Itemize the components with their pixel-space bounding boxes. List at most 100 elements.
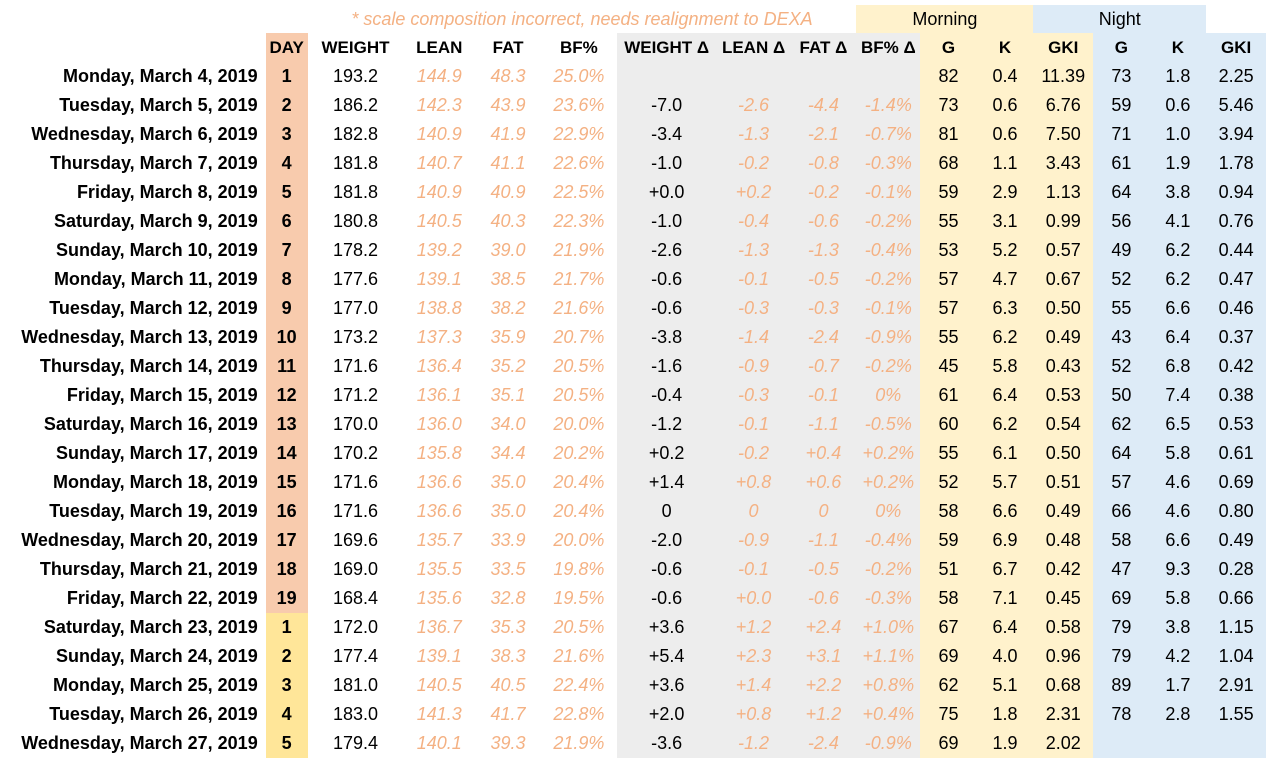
weight-delta-cell: -0.6	[616, 555, 717, 584]
fat-delta-cell: -4.4	[790, 91, 857, 120]
morning-gki-cell: 0.50	[1033, 439, 1094, 468]
bf-delta-cell: -0.2%	[856, 352, 921, 381]
group-header-row: * scale composition incorrect, needs rea…	[0, 5, 1266, 33]
night-k-cell: 4.1	[1149, 207, 1207, 236]
weight-cell: 170.2	[332, 443, 378, 463]
date-cell: Thursday, March 7, 2019	[49, 153, 258, 173]
night-g-cell: 79	[1093, 642, 1150, 671]
fat-cell: 35.0	[490, 472, 526, 492]
header-night-g: G	[1093, 33, 1150, 62]
lean-cell: 136.7	[416, 617, 462, 637]
night-g-cell: 61	[1093, 149, 1150, 178]
fat-delta-cell: -1.1	[790, 410, 857, 439]
lean-delta-cell: -1.3	[716, 120, 791, 149]
table-row: Friday, March 22, 2019 19 168.4 135.6 32.8 19…	[0, 584, 1266, 613]
weight-delta-cell: +3.6	[616, 671, 717, 700]
night-k-cell: 1.8	[1149, 62, 1207, 91]
lean-delta-cell: +1.4	[716, 671, 791, 700]
bf-delta-cell: -0.2%	[856, 207, 921, 236]
weight-delta-cell: 0	[616, 497, 717, 526]
date-cell: Wednesday, March 13, 2019	[21, 327, 258, 347]
weight-cell: 180.8	[332, 211, 378, 231]
fat-delta-cell: -1.3	[790, 236, 857, 265]
bf-cell: 20.4%	[553, 472, 605, 492]
fat-delta-cell: +0.6	[790, 468, 857, 497]
morning-gki-cell: 0.45	[1033, 584, 1094, 613]
fat-cell: 38.5	[490, 269, 526, 289]
day-cell: 11	[265, 352, 308, 381]
night-g-cell	[1093, 729, 1150, 758]
night-gki-cell: 0.37	[1206, 323, 1266, 352]
night-k-cell: 7.4	[1149, 381, 1207, 410]
table-row: Thursday, March 14, 2019 11 171.6 136.4 35.2…	[0, 352, 1266, 381]
fat-cell: 41.1	[490, 153, 526, 173]
night-k-cell: 6.5	[1149, 410, 1207, 439]
lean-delta-cell: -0.2	[716, 439, 791, 468]
weight-cell: 170.0	[332, 414, 378, 434]
header-bf-delta: BF% Δ	[856, 33, 921, 62]
lean-cell: 139.2	[416, 240, 462, 260]
morning-k-cell: 1.1	[976, 149, 1034, 178]
table-row: Monday, March 18, 2019 15 171.6 136.6 35.0 20…	[0, 468, 1266, 497]
bf-delta-cell: +1.1%	[856, 642, 921, 671]
table-row: Wednesday, March 6, 2019 3 182.8 140.9 41.9 2…	[0, 120, 1266, 149]
night-k-cell: 5.8	[1149, 439, 1207, 468]
night-gki-cell: 0.42	[1206, 352, 1266, 381]
morning-g-cell: 67	[920, 613, 977, 642]
bf-cell: 21.6%	[553, 646, 605, 666]
fat-delta-cell: -0.2	[790, 178, 857, 207]
weight-cell: 173.2	[332, 327, 378, 347]
weight-delta-cell: -2.0	[616, 526, 717, 555]
table-row: Tuesday, March 19, 2019 16 171.6 136.6 35.0 2…	[0, 497, 1266, 526]
day-cell: 14	[265, 439, 308, 468]
night-g-cell: 71	[1093, 120, 1150, 149]
table-row: Thursday, March 7, 2019 4 181.8 140.7 41.1 22…	[0, 149, 1266, 178]
lean-delta-cell: -0.4	[716, 207, 791, 236]
morning-g-cell: 60	[920, 410, 977, 439]
night-gki-cell: 1.78	[1206, 149, 1266, 178]
bf-cell: 21.9%	[553, 733, 605, 753]
weight-delta-cell: -3.8	[616, 323, 717, 352]
date-cell: Tuesday, March 26, 2019	[49, 704, 258, 724]
night-k-cell: 9.3	[1149, 555, 1207, 584]
morning-gki-cell: 1.13	[1033, 178, 1094, 207]
bf-delta-cell: +0.2%	[856, 468, 921, 497]
bf-cell: 22.4%	[553, 675, 605, 695]
weight-cell: 186.2	[332, 95, 378, 115]
fat-delta-cell: 0	[790, 497, 857, 526]
morning-gki-cell: 6.76	[1033, 91, 1094, 120]
weight-delta-cell	[616, 62, 717, 91]
night-gki-cell: 0.47	[1206, 265, 1266, 294]
bf-cell: 20.5%	[553, 356, 605, 376]
night-g-cell: 58	[1093, 526, 1150, 555]
lean-cell: 135.6	[416, 588, 462, 608]
night-gki-cell: 1.15	[1206, 613, 1266, 642]
morning-k-cell: 1.8	[976, 700, 1034, 729]
night-k-cell: 6.2	[1149, 236, 1207, 265]
night-gki-cell: 0.80	[1206, 497, 1266, 526]
morning-k-cell: 6.4	[976, 381, 1034, 410]
day-cell: 2	[265, 91, 308, 120]
night-g-cell: 43	[1093, 323, 1150, 352]
morning-k-cell: 6.1	[976, 439, 1034, 468]
night-k-cell: 6.6	[1149, 526, 1207, 555]
lean-cell: 137.3	[416, 327, 462, 347]
morning-gki-cell: 0.43	[1033, 352, 1094, 381]
bf-delta-cell: -0.3%	[856, 584, 921, 613]
weight-delta-cell: -0.6	[616, 584, 717, 613]
morning-k-cell: 5.2	[976, 236, 1034, 265]
lean-cell: 140.7	[416, 153, 462, 173]
bf-delta-cell: +0.8%	[856, 671, 921, 700]
night-g-cell: 62	[1093, 410, 1150, 439]
fat-cell: 33.9	[490, 530, 526, 550]
bf-delta-cell: +0.2%	[856, 439, 921, 468]
lean-delta-cell: -1.2	[716, 729, 791, 758]
date-cell: Saturday, March 9, 2019	[53, 211, 258, 231]
night-g-cell: 69	[1093, 584, 1150, 613]
morning-gki-cell: 11.39	[1033, 62, 1094, 91]
night-gki-cell: 0.49	[1206, 526, 1266, 555]
night-k-cell: 3.8	[1149, 178, 1207, 207]
bf-delta-cell: 0%	[856, 381, 921, 410]
morning-gki-cell: 0.58	[1033, 613, 1094, 642]
morning-g-cell: 69	[920, 642, 977, 671]
